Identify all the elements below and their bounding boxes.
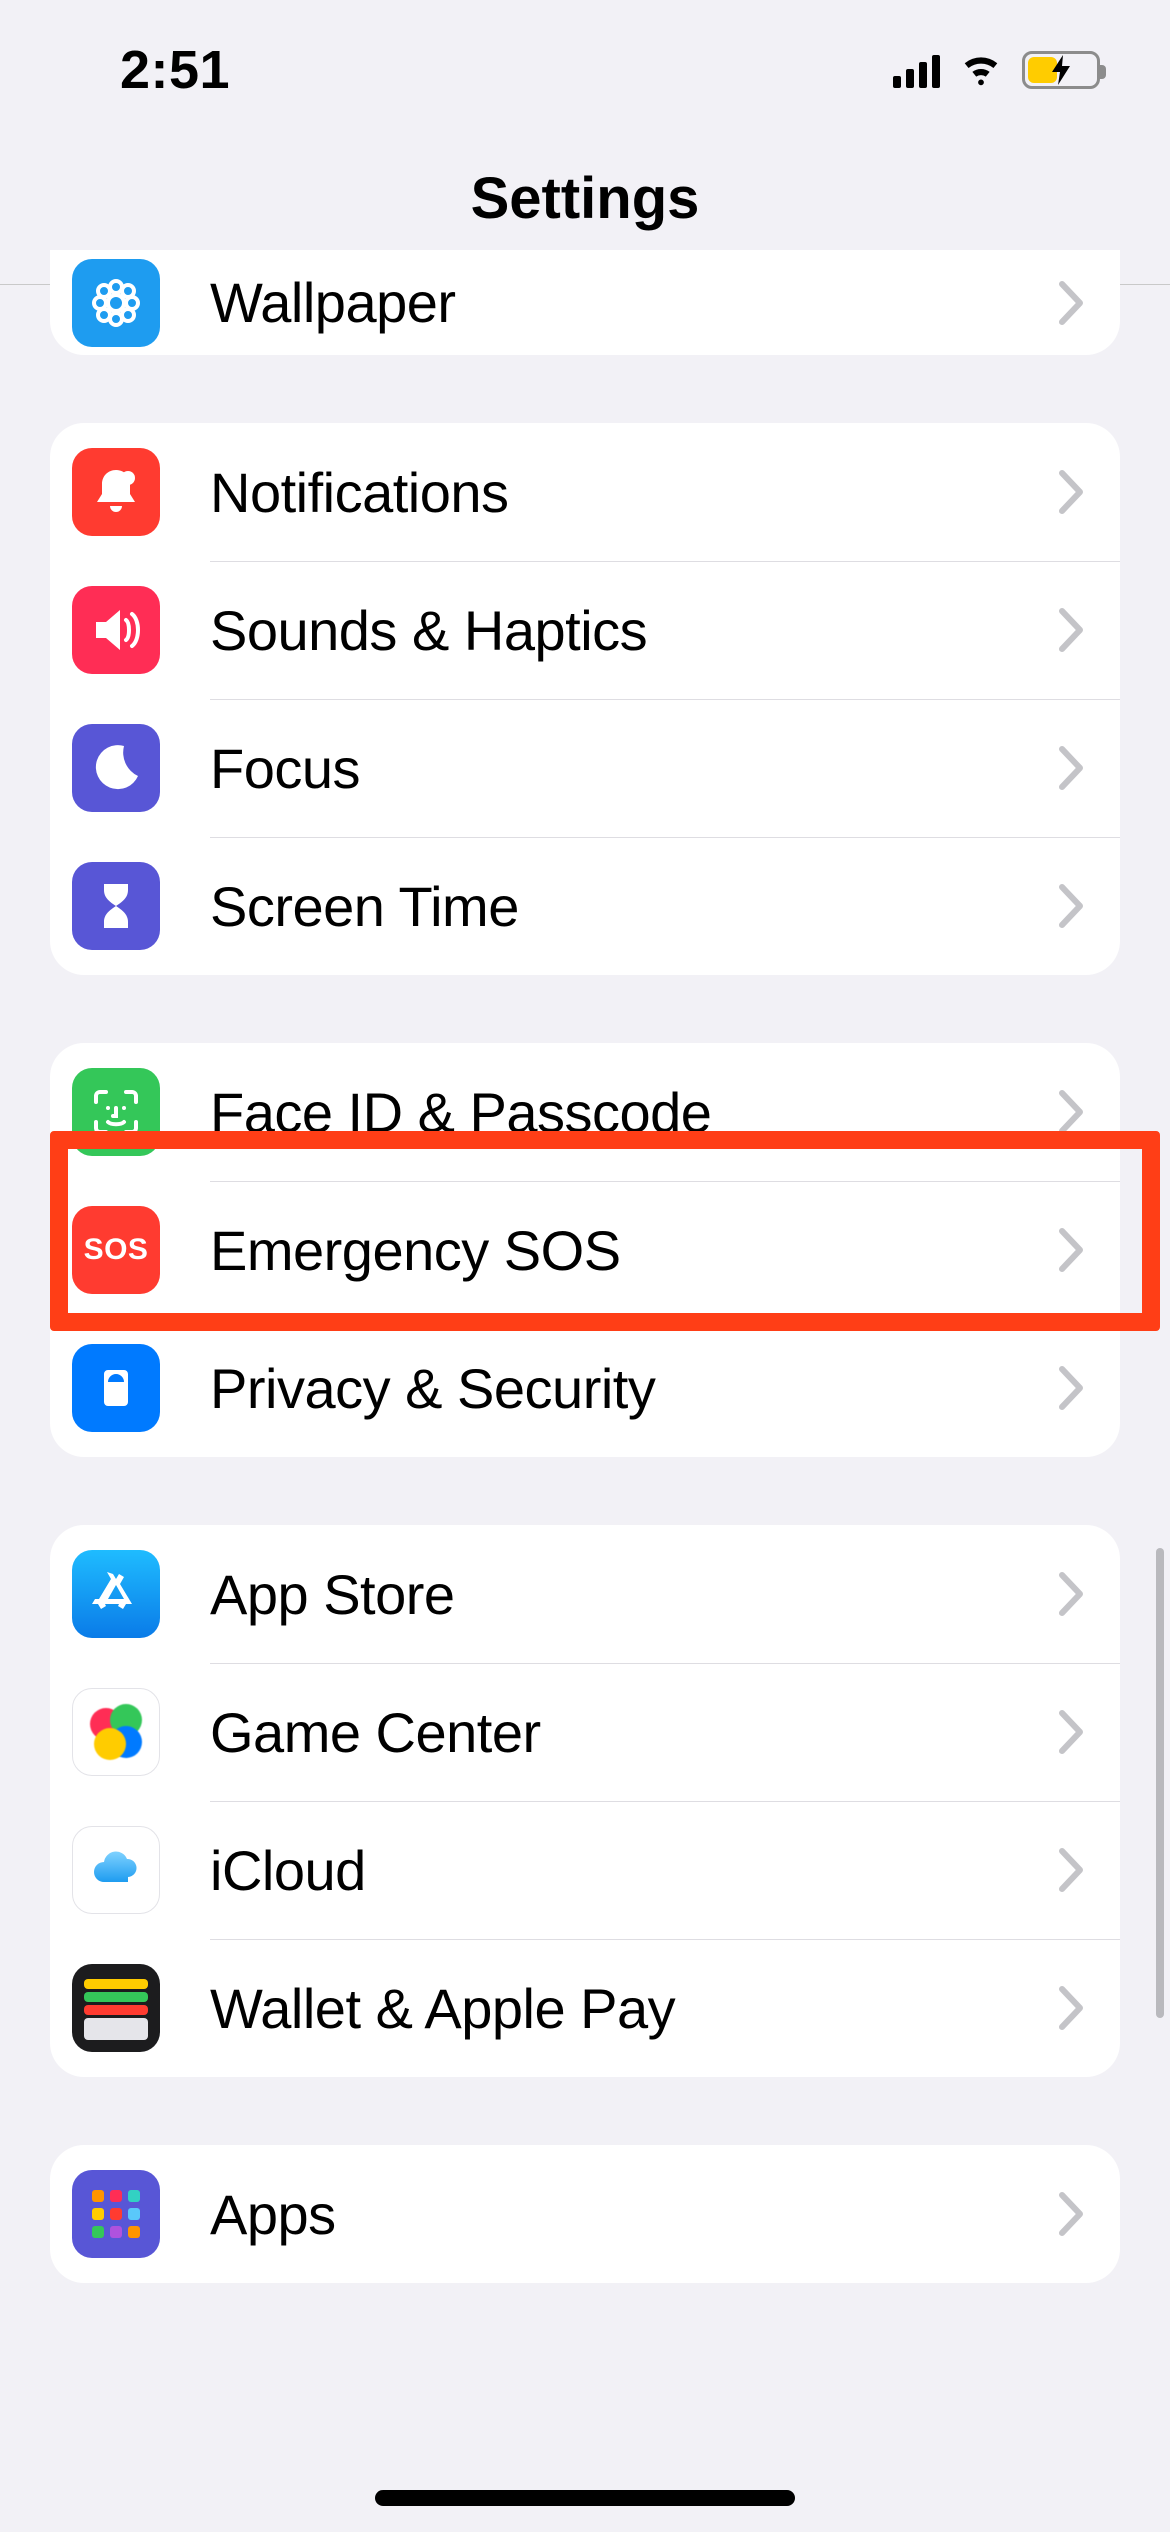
appstore-icon <box>72 1550 160 1638</box>
settings-row-screentime[interactable]: Screen Time <box>50 837 1120 975</box>
chevron-right-icon <box>1058 1089 1086 1135</box>
gamecenter-icon <box>72 1688 160 1776</box>
scroll-indicator <box>1156 1548 1164 2018</box>
sounds-icon <box>72 586 160 674</box>
chevron-right-icon <box>1058 1709 1086 1755</box>
chevron-right-icon <box>1058 607 1086 653</box>
status-bar: 2:51 <box>0 0 1170 140</box>
chevron-right-icon <box>1058 745 1086 791</box>
chevron-right-icon <box>1058 1571 1086 1617</box>
icloud-icon <box>72 1826 160 1914</box>
wallet-icon <box>72 1964 160 2052</box>
settings-row-notifications[interactable]: Notifications <box>50 423 1120 561</box>
settings-group: App Store Game Center iCloud <box>50 1525 1120 2077</box>
chevron-right-icon <box>1058 280 1086 326</box>
chevron-right-icon <box>1058 883 1086 929</box>
settings-group: Wallpaper <box>50 250 1120 355</box>
settings-group: Notifications Sounds & Haptics Focus Scr… <box>50 423 1120 975</box>
faceid-icon <box>72 1068 160 1156</box>
sos-text: SOS <box>84 1233 149 1267</box>
chevron-right-icon <box>1058 1985 1086 2031</box>
settings-list[interactable]: Wallpaper Notifications Sounds & Haptics… <box>0 285 1170 2532</box>
home-indicator <box>375 2490 795 2506</box>
row-label: Notifications <box>210 460 1058 525</box>
focus-icon <box>72 724 160 812</box>
privacy-icon <box>72 1344 160 1432</box>
settings-row-privacy[interactable]: Privacy & Security <box>50 1319 1120 1457</box>
screentime-icon <box>72 862 160 950</box>
chevron-right-icon <box>1058 469 1086 515</box>
settings-row-apps[interactable]: Apps <box>50 2145 1120 2283</box>
settings-row-icloud[interactable]: iCloud <box>50 1801 1120 1939</box>
row-label: App Store <box>210 1562 1058 1627</box>
page-title: Settings <box>0 165 1170 232</box>
settings-row-appstore[interactable]: App Store <box>50 1525 1120 1663</box>
settings-row-wallpaper[interactable]: Wallpaper <box>50 250 1120 355</box>
row-label: iCloud <box>210 1838 1058 1903</box>
settings-row-sos[interactable]: SOS Emergency SOS <box>50 1181 1120 1319</box>
row-label: Privacy & Security <box>210 1356 1058 1421</box>
row-label: Focus <box>210 736 1058 801</box>
row-label: Sounds & Haptics <box>210 598 1058 663</box>
settings-row-wallet[interactable]: Wallet & Apple Pay <box>50 1939 1120 2077</box>
status-time: 2:51 <box>120 39 230 101</box>
wallpaper-icon <box>72 259 160 347</box>
row-label: Wallet & Apple Pay <box>210 1976 1058 2041</box>
cellular-icon <box>893 52 940 88</box>
row-label: Screen Time <box>210 874 1058 939</box>
row-label: Face ID & Passcode <box>210 1080 1058 1145</box>
settings-row-sounds[interactable]: Sounds & Haptics <box>50 561 1120 699</box>
chevron-right-icon <box>1058 2191 1086 2237</box>
apps-icon <box>72 2170 160 2258</box>
wifi-icon <box>958 50 1004 91</box>
row-label: Game Center <box>210 1700 1058 1765</box>
chevron-right-icon <box>1058 1227 1086 1273</box>
chevron-right-icon <box>1058 1847 1086 1893</box>
settings-row-focus[interactable]: Focus <box>50 699 1120 837</box>
settings-row-gamecenter[interactable]: Game Center <box>50 1663 1120 1801</box>
row-label: Emergency SOS <box>210 1218 1058 1283</box>
settings-row-faceid[interactable]: Face ID & Passcode <box>50 1043 1120 1181</box>
settings-group: Face ID & Passcode SOS Emergency SOS Pri… <box>50 1043 1120 1457</box>
sos-icon: SOS <box>72 1206 160 1294</box>
charging-icon <box>1025 54 1097 86</box>
battery-icon <box>1022 51 1100 89</box>
row-label: Wallpaper <box>210 270 1058 335</box>
notifications-icon <box>72 448 160 536</box>
settings-group: Apps <box>50 2145 1120 2283</box>
row-label: Apps <box>210 2182 1058 2247</box>
chevron-right-icon <box>1058 1365 1086 1411</box>
status-icons <box>893 50 1100 91</box>
